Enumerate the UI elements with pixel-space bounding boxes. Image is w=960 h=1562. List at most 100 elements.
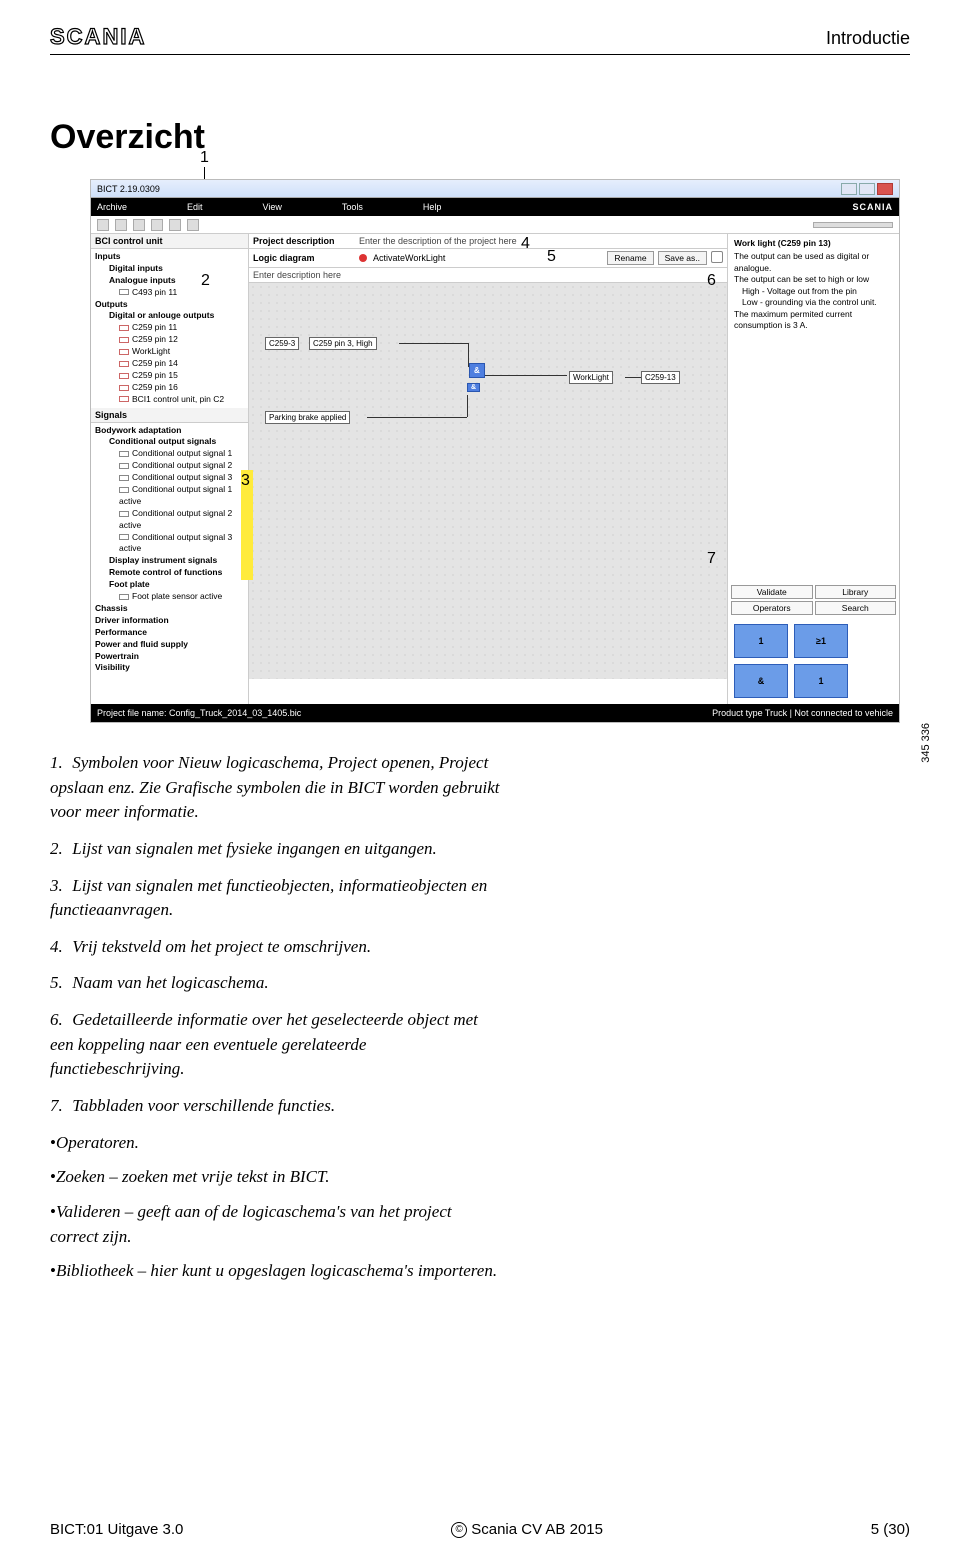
center-panel: Project description Logic diagram Activa… [249,234,727,704]
info-line: The maximum permited current consumption… [734,309,893,332]
screenshot-figure: BICT 2.19.0309 Archive Edit View Tools H… [90,179,900,723]
node-and-2[interactable]: & [467,383,480,392]
toolbar-icon[interactable] [169,219,181,231]
tree-item[interactable]: Foot plate sensor active [95,591,246,603]
window-titlebar: BICT 2.19.0309 [91,180,899,198]
operator-block[interactable]: ≥1 [794,624,848,658]
status-dot-icon [359,254,367,262]
copyright-icon: © [451,1522,467,1538]
legend-bullet: Valideren – geeft aan of de logicaschema… [50,1200,500,1249]
signals-tree[interactable]: Bodywork adaptationConditional output si… [91,423,248,677]
menu-view[interactable]: View [263,202,282,212]
tree-item[interactable]: C493 pin 11 [95,287,246,299]
node-and-1[interactable]: & [469,363,485,378]
tree-item[interactable]: Conditional output signal 1 active [95,484,246,508]
lock-icon[interactable] [711,251,723,263]
footer-right: 5 (30) [871,1521,910,1538]
node-c259-3[interactable]: C259-3 [265,337,299,350]
toolbar-icon[interactable] [151,219,163,231]
menu-help[interactable]: Help [423,202,442,212]
callout-6: 6 [707,272,716,290]
tree-item[interactable]: Conditional output signal 3 [95,472,246,484]
zoom-slider[interactable] [813,222,893,228]
toolbar-icon[interactable] [187,219,199,231]
footer-left: BICT:01 Uitgave 3.0 [50,1521,183,1538]
tree-item[interactable]: Bodywork adaptation [95,425,246,437]
tree-item[interactable]: Conditional output signal 1 [95,448,246,460]
tree-item[interactable]: WorkLight [95,346,246,358]
tree-item[interactable]: Conditional output signals [95,436,246,448]
info-line: High - Voltage out from the pin [734,286,893,297]
diagram-label: Logic diagram [253,253,353,263]
legend-text: 1. Symbolen voor Nieuw logicaschema, Pro… [50,751,500,1284]
legend-item: 6. Gedetailleerde informatie over het ge… [50,1008,500,1082]
right-tabs: Validate Library Operators Search [728,582,899,618]
tree-item[interactable]: Foot plate [95,579,246,591]
callout-7: 7 [707,550,716,568]
tree-item[interactable]: C259 pin 11 [95,322,246,334]
node-parking-brake[interactable]: Parking brake applied [265,411,350,424]
max-icon[interactable] [859,183,875,195]
menu-archive[interactable]: Archive [97,202,127,212]
legend-bullet: Zoeken – zoeken met vrije tekst in BICT. [50,1165,500,1190]
min-icon[interactable] [841,183,857,195]
tree-item[interactable]: Inputs [95,251,246,263]
io-tree[interactable]: InputsDigital inputsAnalogue inputsC493 … [91,249,248,408]
tree-item[interactable]: Driver information [95,615,246,627]
section-name: Introductie [826,28,910,49]
node-c259-13[interactable]: C259-13 [641,371,680,384]
legend-item: 5. Naam van het logicaschema. [50,971,500,996]
tree-item[interactable]: Power and fluid supply [95,639,246,651]
node-worklight[interactable]: WorkLight [569,371,613,384]
tree-item[interactable]: C259 pin 16 [95,382,246,394]
tree-item[interactable]: Visibility [95,662,246,674]
tree-item[interactable]: Digital inputs [95,263,246,275]
legend-bullet: Bibliotheek – hier kunt u opgeslagen log… [50,1259,500,1284]
menu-bar: Archive Edit View Tools Help SCANIA [91,198,899,216]
scania-logo: SCANIA [50,24,146,50]
tree-item[interactable]: Remote control of functions [95,567,246,579]
tree-item[interactable]: Conditional output signal 2 active [95,508,246,532]
operator-block[interactable]: 1 [734,624,788,658]
pane-header-signals: Signals [91,408,248,423]
tab-search[interactable]: Search [815,601,897,615]
tab-operators[interactable]: Operators [731,601,813,615]
tree-item[interactable]: C259 pin 14 [95,358,246,370]
logic-canvas[interactable]: C259-3 C259 pin 3, High & & Parking brak… [249,283,727,679]
toolbar-icon[interactable] [97,219,109,231]
tree-item[interactable]: BCI1 control unit, pin C2 [95,394,246,406]
tree-item[interactable]: Performance [95,627,246,639]
operator-block[interactable]: 1 [794,664,848,698]
window-title: BICT 2.19.0309 [97,184,160,194]
node-high[interactable]: C259 pin 3, High [309,337,377,350]
menu-tools[interactable]: Tools [342,202,363,212]
operator-block[interactable]: & [734,664,788,698]
tab-library[interactable]: Library [815,585,897,599]
tree-item[interactable]: Display instrument signals [95,555,246,567]
tree-item[interactable]: Outputs [95,299,246,311]
legend-bullet: Operatoren. [50,1131,500,1156]
diagram-name: ActivateWorkLight [373,253,445,263]
figure-code: 345 336 [920,723,932,763]
tree-item[interactable]: Chassis [95,603,246,615]
rename-button[interactable]: Rename [607,251,653,265]
tree-item[interactable]: Conditional output signal 2 [95,460,246,472]
pane-header-bci: BCI control unit [91,234,248,249]
tree-item[interactable]: C259 pin 15 [95,370,246,382]
window-controls [841,183,893,195]
project-desc-input[interactable] [359,236,723,246]
tab-validate[interactable]: Validate [731,585,813,599]
tree-item[interactable]: Analogue inputs [95,275,246,287]
diagram-desc-input[interactable] [253,270,723,280]
toolbar-icon[interactable] [133,219,145,231]
legend-item: 7. Tabbladen voor verschillende functies… [50,1094,500,1119]
tree-item[interactable]: Digital or anlouge outputs [95,310,246,322]
menu-edit[interactable]: Edit [187,202,203,212]
tree-item[interactable]: C259 pin 12 [95,334,246,346]
tree-item[interactable]: Conditional output signal 3 active [95,532,246,556]
save-as-button[interactable]: Save as.. [658,251,707,265]
toolbar-icon[interactable] [115,219,127,231]
tree-item[interactable]: Powertrain [95,651,246,663]
menubar-brand: SCANIA [852,202,893,212]
close-icon[interactable] [877,183,893,195]
